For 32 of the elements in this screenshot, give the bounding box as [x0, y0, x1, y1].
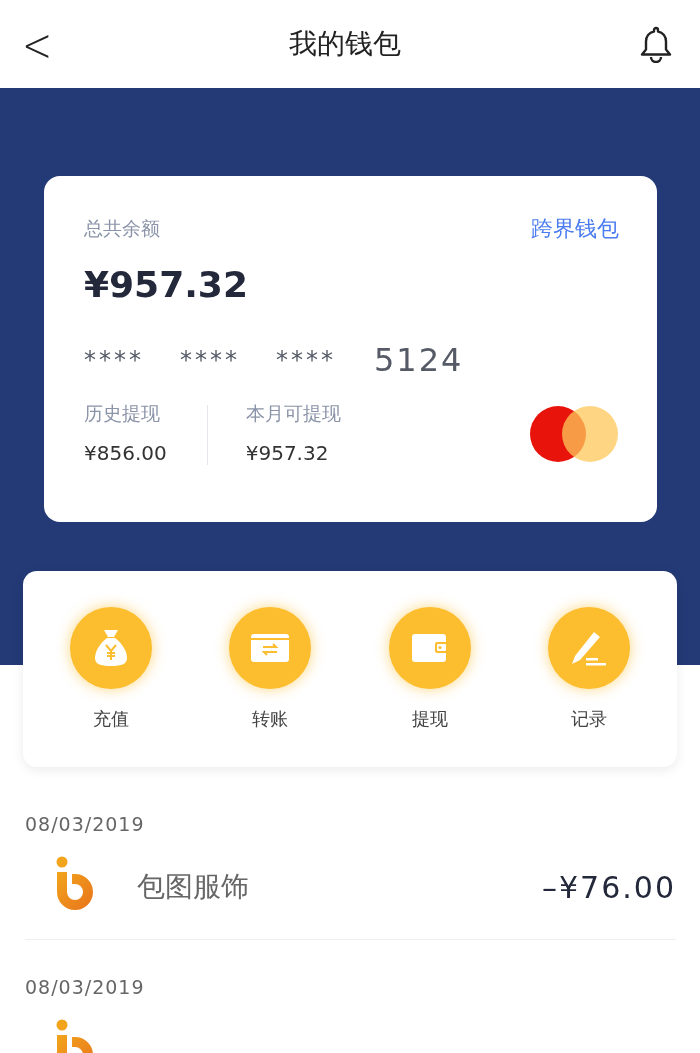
masked-digits: **** — [180, 346, 240, 374]
transaction-date: 08/03/2019 — [25, 976, 146, 998]
action-button[interactable] — [548, 607, 631, 689]
action-button[interactable] — [388, 607, 471, 689]
cross-wallet-link[interactable]: 跨界钱包 — [531, 214, 619, 244]
card-transfer-icon — [250, 633, 291, 663]
overlapping-circles-icon — [529, 405, 619, 463]
action-label: 充值 — [92, 707, 129, 731]
notification-bell-icon[interactable] — [638, 25, 674, 63]
masked-digits: **** — [276, 346, 336, 374]
stat-label: 历史提现 — [84, 401, 161, 426]
page-title: 我的钱包 — [289, 26, 402, 62]
transaction-row[interactable]: 包图服饰 –¥76.00 — [25, 835, 676, 939]
action-label: 记录 — [571, 707, 608, 731]
stat-value: ¥856.00 — [84, 441, 167, 465]
stat-value: ¥957.32 — [245, 441, 330, 465]
masked-digits: **** — [84, 346, 144, 374]
back-button[interactable]: < — [22, 17, 53, 71]
transaction-date: 08/03/2019 — [25, 813, 146, 835]
card-last-digits: 5124 — [374, 341, 464, 379]
action-label: 转账 — [252, 707, 289, 731]
balance-label: 总共余额 — [84, 216, 160, 241]
wallet-icon — [410, 633, 449, 663]
balance-amount: ¥957.32 — [84, 264, 249, 305]
action-button[interactable] — [229, 607, 312, 689]
merchant-name: 包图服饰 — [137, 869, 249, 905]
stat-label: 本月可提现 — [245, 401, 341, 426]
action-label: 提现 — [411, 707, 448, 731]
pencil-icon — [570, 630, 609, 666]
transaction-amount: –¥76.00 — [542, 869, 676, 905]
money-bag-icon — [92, 628, 129, 668]
action-button[interactable] — [69, 607, 152, 689]
